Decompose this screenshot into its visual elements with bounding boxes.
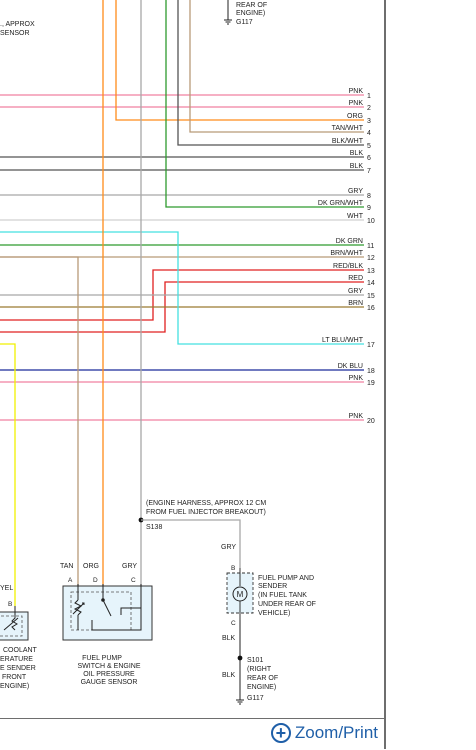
wire-label-5: BLK/WHT: [332, 138, 364, 145]
switch-wire-tan-label: TAN: [60, 563, 73, 570]
wire-label-15: GRY: [348, 288, 363, 295]
wire-number-17: 17: [367, 342, 375, 349]
coolant-name-line3: E SENDER: [0, 665, 36, 672]
wire-label-6: BLK: [350, 150, 364, 157]
wire-number-4: 4: [367, 130, 371, 137]
wire-number-9: 9: [367, 205, 371, 212]
zoom-plus-icon: +: [270, 723, 291, 743]
wire-9: [165, 0, 364, 208]
wire-number-11: 11: [367, 243, 374, 250]
splice-note-line1: (ENGINE HARNESS, APPROX 12 CM: [146, 500, 266, 507]
switch-name-line2: SWITCH & ENGINE: [77, 663, 140, 670]
coolant-pin-b: B: [8, 601, 12, 608]
sender-name-line4: UNDER REAR OF: [258, 601, 316, 608]
bottom-ground-id: G117: [247, 695, 264, 702]
switch-pin-a: A: [68, 577, 73, 584]
switch-pin-d: D: [93, 577, 98, 584]
wire-label-1: PNK: [349, 88, 364, 95]
top-left-note-line2: SENSOR: [0, 30, 30, 37]
switch-pin-c: C: [131, 577, 136, 584]
wire-number-12: 12: [367, 255, 375, 262]
wire-number-14: 14: [367, 280, 375, 287]
coolant-name-line5: ENGINE): [0, 683, 29, 690]
splice-s101-id: S101: [247, 657, 263, 664]
sender-name-line5: VEHICLE): [258, 610, 290, 617]
coolant-name-line4: FRONT: [2, 674, 27, 681]
right-border: [384, 0, 386, 749]
wire-5: [177, 0, 364, 146]
wire-number-5: 5: [367, 143, 371, 150]
coolant-name-line2: ERATURE: [0, 656, 33, 663]
top-left-note-line1: ., APPROX: [0, 21, 35, 28]
fuel-pump-switch-body: [62, 585, 153, 641]
wire-label-4: TAN/WHT: [332, 125, 364, 132]
wire-number-19: 19: [367, 380, 375, 387]
wire-number-15: 15: [367, 293, 375, 300]
zoom-print-button[interactable]: + Zoom/Print: [270, 723, 378, 743]
wire-label-11: DK GRN: [336, 238, 363, 245]
wire-4: [189, 0, 364, 133]
switch-name-line1: FUEL PUMP: [82, 655, 122, 662]
sender-name-line1: FUEL PUMP AND: [258, 575, 314, 582]
wire-label-16: BRN: [348, 300, 363, 307]
switch-name-line3: OIL PRESSURE: [83, 671, 135, 678]
wire-number-18: 18: [367, 368, 375, 375]
splice-s101-dot: [237, 655, 243, 661]
s101-wire-blk-label: BLK: [222, 672, 236, 679]
wire-label-10: WHT: [347, 213, 364, 220]
footer-bar: + Zoom/Print: [0, 718, 384, 750]
wire-number-10: 10: [367, 218, 375, 225]
wire-label-19: PNK: [349, 375, 364, 382]
top-ground-symbol: [224, 19, 232, 25]
wire-label-17: LT BLU/WHT: [322, 337, 364, 344]
zoom-print-label: Zoom/Print: [294, 723, 378, 742]
wire-number-1: 1: [367, 93, 371, 100]
wire-label-7: BLK: [350, 163, 364, 170]
wire-number-8: 8: [367, 193, 371, 200]
wire-number-6: 6: [367, 155, 371, 162]
wire-17: [0, 231, 364, 345]
coolant-name-line1: COOLANT: [3, 647, 38, 654]
sender-wire-gry-label: GRY: [221, 544, 236, 551]
yel-drop-to-coolant: [0, 343, 16, 606]
wire-label-20: PNK: [349, 413, 364, 420]
wire-label-12: BRN/WHT: [330, 250, 363, 257]
wire-number-13: 13: [367, 268, 375, 275]
sender-pin-b: B: [231, 565, 235, 572]
wire-number-16: 16: [367, 305, 375, 312]
top-ground-line2: ENGINE): [236, 10, 265, 17]
coolant-wire-yel-label: YEL: [0, 585, 13, 592]
splice-note-line2: FROM FUEL INJECTOR BREAKOUT): [146, 509, 266, 516]
switch-wire-gry-label: GRY: [122, 563, 137, 570]
sender-name-line3: (IN FUEL TANK: [258, 592, 307, 599]
switch-name-line4: GAUGE SENSOR: [81, 679, 138, 686]
splice-s101-line1: (RIGHT: [247, 666, 272, 673]
sender-wire-blk-label: BLK: [222, 635, 236, 642]
wire-number-2: 2: [367, 105, 371, 112]
splice-s138-id: S138: [146, 524, 162, 531]
bottom-ground-symbol: [236, 699, 244, 705]
sender-pin-c: C: [231, 620, 236, 627]
wire-label-8: GRY: [348, 188, 363, 195]
wire-label-2: PNK: [349, 100, 364, 107]
wire-number-20: 20: [367, 418, 375, 425]
wire-3: [115, 0, 364, 121]
wiring-diagram: ., APPROX SENSOR REAR OF ENGINE) G117 PN…: [0, 0, 384, 718]
top-ground-id: G117: [236, 19, 253, 26]
switch-wire-org-label: ORG: [83, 563, 99, 570]
motor-label: M: [237, 590, 244, 599]
top-ground-line1: REAR OF: [236, 2, 267, 9]
wiring-diagram-svg: ., APPROX SENSOR REAR OF ENGINE) G117 PN…: [0, 0, 375, 705]
sender-name-line2: SENDER: [258, 583, 287, 590]
splice-s101-line3: ENGINE): [247, 684, 276, 691]
wire-label-3: ORG: [347, 113, 363, 120]
splice-s101-line2: REAR OF: [247, 675, 278, 682]
wire-number-3: 3: [367, 118, 371, 125]
wire-label-18: DK BLU: [338, 363, 363, 370]
wire-label-13: RED/BLK: [333, 263, 363, 270]
wire-label-14: RED: [348, 275, 363, 282]
wire-number-7: 7: [367, 168, 371, 175]
wire-label-9: DK GRN/WHT: [318, 200, 364, 207]
